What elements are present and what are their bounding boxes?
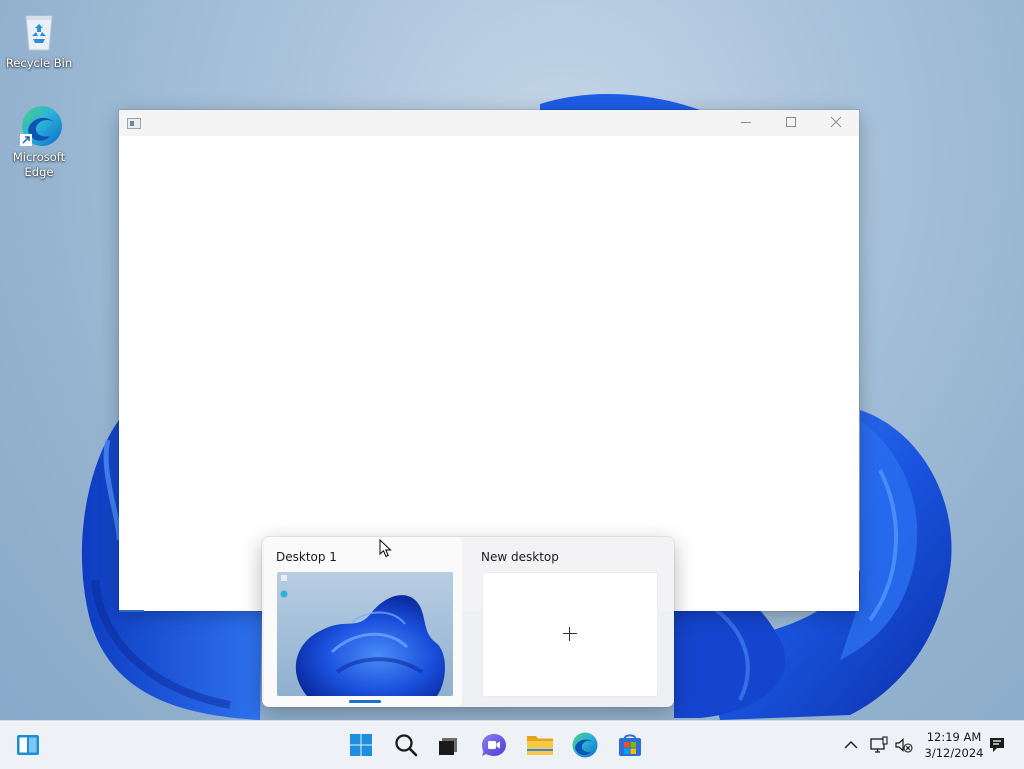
desktops-flyout: Desktop 1 New desktop [262, 537, 674, 707]
desktop-thumbnail [277, 572, 453, 696]
active-desktop-indicator [349, 700, 381, 703]
minimize-icon [741, 122, 751, 123]
chevron-up-icon [844, 741, 858, 749]
minimize-button[interactable] [724, 110, 768, 136]
close-button[interactable] [814, 110, 858, 136]
file-explorer-button[interactable] [524, 729, 556, 761]
window-app-icon [127, 118, 141, 129]
clock-date: 3/12/2024 [924, 746, 984, 760]
file-explorer-icon [527, 736, 553, 755]
desktop-card-label: Desktop 1 [276, 550, 337, 564]
desktop-icon-label-line1: Microsoft [12, 150, 66, 164]
new-desktop-button[interactable]: New desktop [470, 537, 670, 707]
volume-button[interactable] [894, 735, 914, 755]
edge-taskbar-button[interactable] [569, 729, 601, 761]
window-titlebar[interactable] [119, 110, 859, 136]
recycle-bin-icon [18, 10, 60, 54]
network-icon [870, 736, 888, 753]
desktop-icon-label-line2: Edge [24, 165, 54, 179]
close-icon [830, 116, 842, 128]
search-icon [395, 734, 418, 757]
start-icon [350, 734, 372, 756]
store-icon [619, 734, 641, 756]
desktop-icon-edge[interactable]: Microsoft Edge [2, 104, 76, 180]
show-hidden-icons-button[interactable] [841, 735, 861, 755]
task-view-button[interactable] [433, 729, 465, 761]
taskbar: 12:19 AM 3/12/2024 [0, 720, 1024, 769]
mouse-cursor-icon [379, 539, 392, 558]
start-button[interactable] [345, 729, 377, 761]
clock-button[interactable]: 12:19 AM 3/12/2024 [916, 729, 992, 761]
maximize-icon [786, 117, 796, 127]
app-window[interactable] [119, 110, 859, 612]
widgets-button[interactable] [12, 729, 44, 761]
plus-icon [563, 627, 577, 641]
edge-icon [572, 732, 598, 758]
new-desktop-tile[interactable] [482, 572, 658, 697]
chat-button[interactable] [478, 729, 510, 761]
volume-muted-icon [895, 738, 913, 753]
notification-icon [990, 738, 1004, 752]
chat-icon [482, 734, 506, 756]
network-status-button[interactable] [869, 735, 889, 755]
window-edge-accent [119, 610, 144, 612]
maximize-button[interactable] [769, 110, 813, 136]
desktop-icon-label: Recycle Bin [5, 56, 73, 70]
desktop-card-desktop-1[interactable]: Desktop 1 [264, 537, 462, 707]
notifications-button[interactable] [987, 735, 1007, 755]
task-view-icon [439, 738, 457, 755]
store-button[interactable] [614, 729, 646, 761]
desktop-card-label: New desktop [481, 550, 559, 564]
edge-icon [18, 104, 62, 148]
clock-time: 12:19 AM [926, 730, 982, 744]
search-button[interactable] [390, 729, 422, 761]
widgets-icon [17, 735, 39, 755]
desktop-icon-recycle-bin[interactable]: Recycle Bin [2, 10, 76, 71]
